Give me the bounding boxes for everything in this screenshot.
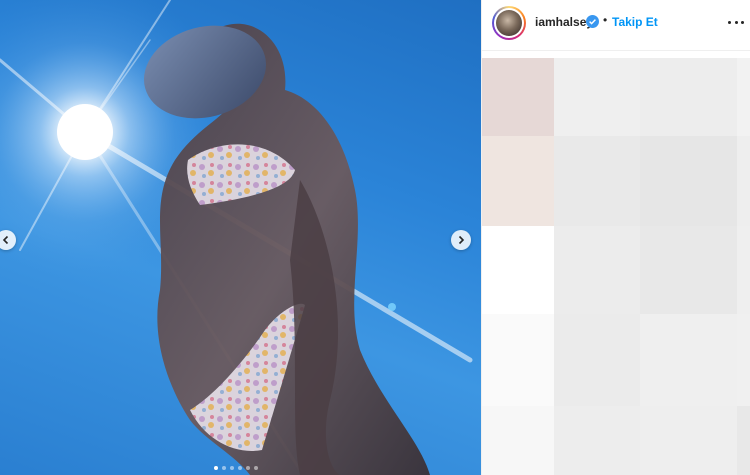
avatar (496, 10, 522, 36)
carousel-dot (230, 466, 234, 470)
header-separator: • (603, 13, 608, 27)
carousel-dot (222, 466, 226, 470)
follow-button[interactable]: Takip Et (612, 15, 658, 29)
more-options-icon (728, 20, 731, 24)
username-link[interactable]: iamhalsey (535, 15, 593, 29)
chevron-left-icon (2, 235, 9, 245)
next-slide-button[interactable] (451, 230, 471, 250)
carousel-dot (246, 466, 250, 470)
post-side-panel: iamhalsey • Takip Et (481, 0, 750, 475)
post-header: iamhalsey • Takip Et (482, 0, 750, 51)
pixelated-comments-area (482, 58, 750, 475)
carousel-dot (254, 466, 258, 470)
chevron-right-icon (458, 235, 465, 245)
post-photo[interactable] (0, 0, 481, 475)
carousel-dot (238, 466, 242, 470)
verified-badge-icon (586, 15, 599, 28)
photo-image (0, 0, 481, 475)
carousel-dot (214, 466, 218, 470)
more-options-button[interactable] (728, 16, 744, 28)
avatar-story-ring[interactable] (492, 6, 526, 40)
instagram-post-viewer: iamhalsey • Takip Et (0, 0, 750, 475)
carousel-indicator (214, 466, 258, 470)
